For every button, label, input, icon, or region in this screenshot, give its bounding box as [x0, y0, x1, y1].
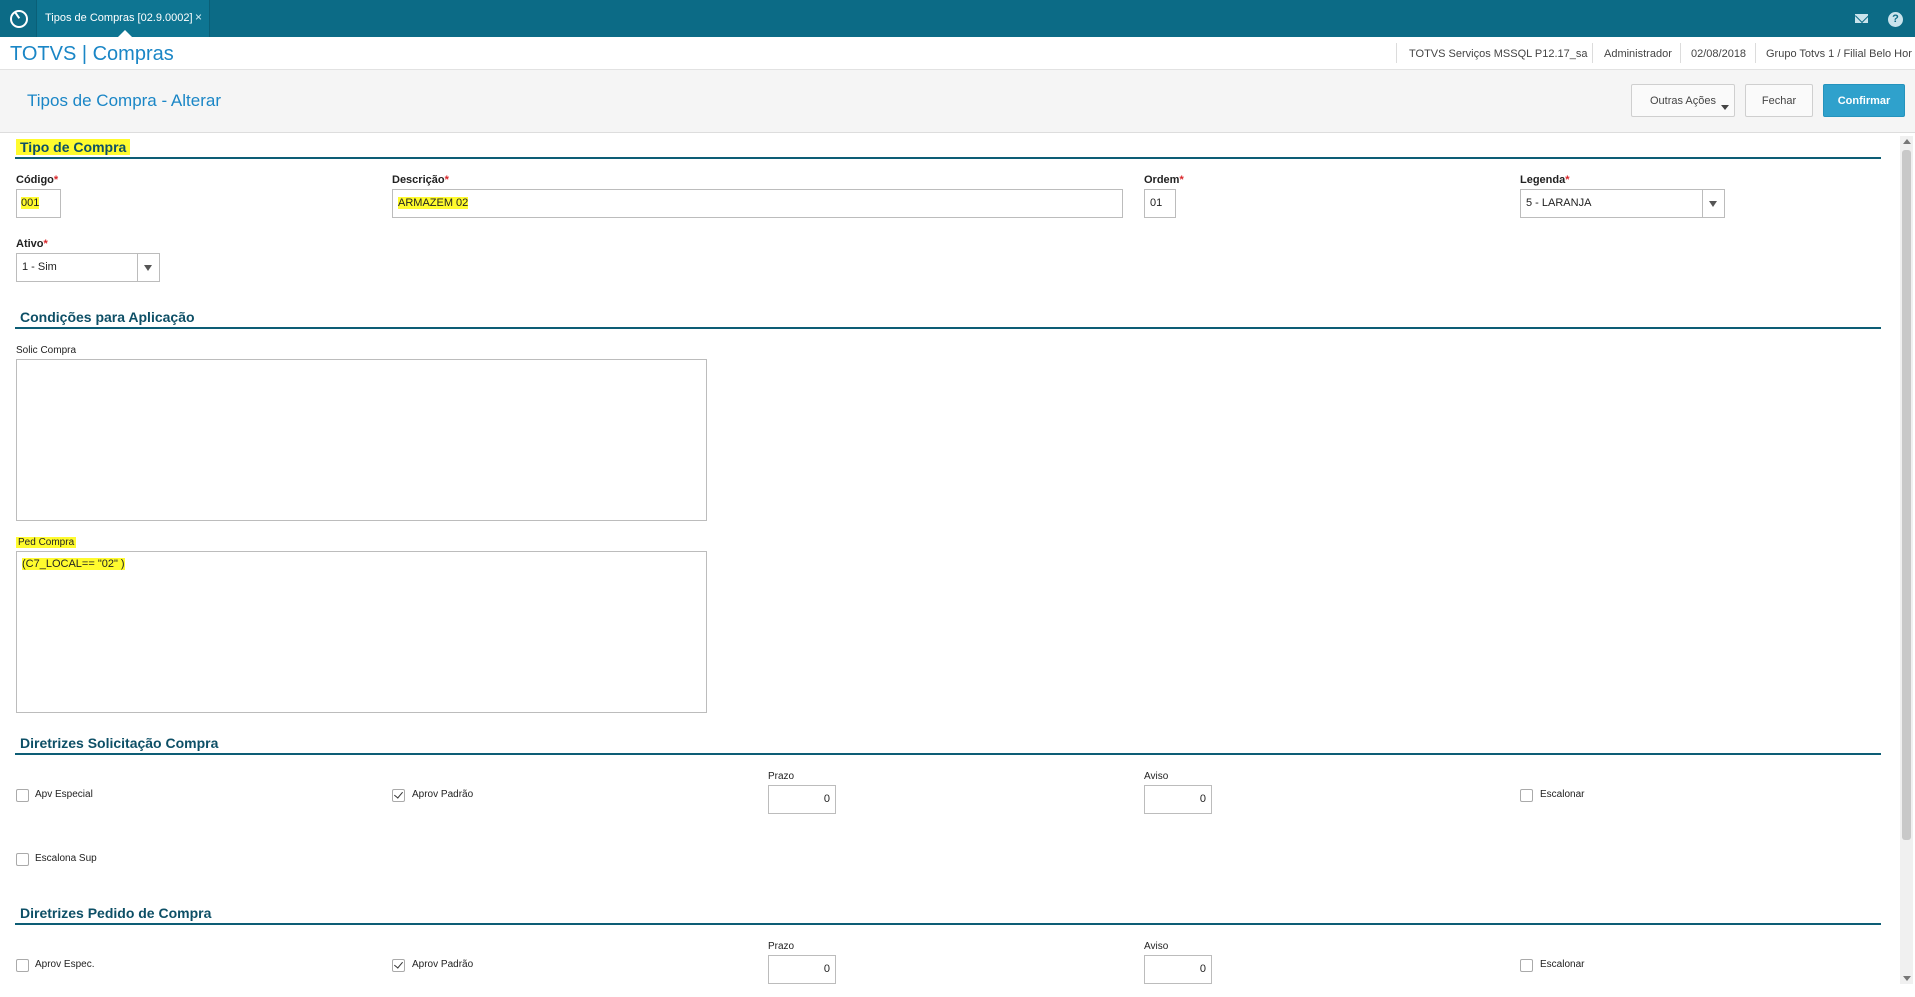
section-title-tipo-compra: Tipo de Compra	[16, 139, 131, 155]
help-icon[interactable]: ?	[1888, 12, 1903, 27]
descricao-label: Descrição*	[392, 174, 449, 186]
legenda-value: 5 - LARANJA	[1526, 197, 1592, 209]
escalonar-checkbox[interactable]	[1520, 789, 1533, 802]
aviso-label: Aviso	[1144, 771, 1169, 782]
section-divider	[15, 923, 1881, 925]
mail-icon[interactable]	[1855, 14, 1868, 23]
section-title-diretrizes-solicitacao: Diretrizes Solicitação Compra	[20, 735, 219, 751]
section-divider	[15, 327, 1881, 329]
section-title-condicoes: Condições para Aplicação	[20, 309, 195, 325]
tab-tipos-de-compras[interactable]: Tipos de Compras [02.9.0002] ×	[36, 0, 210, 37]
date-info: 02/08/2018	[1691, 48, 1747, 60]
aprov-padrao-pedido-label: Aprov Padrão	[412, 959, 474, 970]
fechar-button[interactable]: Fechar	[1745, 84, 1813, 117]
ped-compra-value: (C7_LOCAL== "02" )	[22, 558, 125, 570]
app-title: TOTVS | Compras	[10, 43, 174, 65]
scroll-thumb[interactable]	[1902, 150, 1911, 840]
descricao-value: ARMAZEM 02	[398, 197, 469, 209]
ativo-value: 1 - Sim	[22, 261, 57, 273]
divider	[1755, 43, 1756, 63]
chevron-down-icon[interactable]	[137, 254, 159, 281]
escalonar-label: Escalonar	[1540, 789, 1585, 800]
aviso-pedido-field[interactable]: 0	[1144, 955, 1212, 984]
legenda-label: Legenda*	[1520, 174, 1570, 186]
tab-label: Tipos de Compras [02.9.0002]	[45, 12, 193, 24]
totvs-logo-icon[interactable]	[10, 10, 28, 28]
chevron-down-icon[interactable]	[1702, 190, 1724, 217]
ordem-field[interactable]: 01	[1144, 189, 1176, 218]
chevron-down-icon	[1721, 105, 1729, 110]
page-title: Tipos de Compra - Alterar	[27, 91, 221, 110]
server-info: TOTVS Serviços MSSQL P12.17_sa	[1409, 48, 1588, 60]
aviso-field[interactable]: 0	[1144, 785, 1212, 814]
prazo-pedido-field[interactable]: 0	[768, 955, 836, 984]
outras-acoes-button[interactable]: Outras Ações	[1631, 84, 1735, 117]
legenda-select[interactable]: 5 - LARANJA	[1520, 189, 1725, 218]
escalonar-pedido-checkbox[interactable]	[1520, 959, 1533, 972]
codigo-label: Código*	[16, 174, 59, 186]
aprov-espec-label: Aprov Espec.	[35, 959, 95, 970]
escalonar-pedido-label: Escalonar	[1540, 959, 1585, 970]
aprov-padrao-label: Aprov Padrão	[412, 789, 474, 800]
section-divider	[15, 157, 1881, 159]
scroll-up-icon[interactable]	[1903, 139, 1911, 144]
apv-especial-label: Apv Especial	[35, 789, 93, 800]
scroll-down-icon[interactable]	[1903, 976, 1911, 981]
ped-compra-textarea[interactable]: (C7_LOCAL== "02" )	[16, 551, 707, 713]
prazo-pedido-label: Prazo	[768, 941, 795, 952]
divider	[1396, 43, 1397, 63]
escalona-sup-label: Escalona Sup	[35, 853, 97, 864]
divider	[1680, 43, 1681, 63]
prazo-field[interactable]: 0	[768, 785, 836, 814]
tab-caret	[118, 30, 132, 37]
ativo-label: Ativo*	[16, 238, 48, 250]
codigo-field[interactable]: 001	[16, 189, 61, 218]
section-divider	[15, 753, 1881, 755]
divider	[1592, 43, 1593, 63]
solic-compra-label: Solic Compra	[16, 345, 77, 356]
vertical-scrollbar[interactable]	[1900, 136, 1913, 984]
confirmar-button[interactable]: Confirmar	[1823, 84, 1905, 117]
aprov-espec-checkbox[interactable]	[16, 959, 29, 972]
codigo-value: 001	[21, 197, 40, 209]
user-info: Administrador	[1604, 48, 1672, 60]
page-header: Tipos de Compra - Alterar Outras Ações F…	[0, 70, 1915, 133]
aprov-padrao-pedido-checkbox[interactable]	[392, 959, 405, 972]
apv-especial-checkbox[interactable]	[16, 789, 29, 802]
aviso-pedido-label: Aviso	[1144, 941, 1169, 952]
escalona-sup-checkbox[interactable]	[16, 853, 29, 866]
aprov-padrao-checkbox[interactable]	[392, 789, 405, 802]
top-bar: Tipos de Compras [02.9.0002] × ?	[0, 0, 1915, 37]
outras-acoes-label: Outras Ações	[1649, 95, 1717, 107]
ordem-label: Ordem*	[1144, 174, 1184, 186]
prazo-label: Prazo	[768, 771, 795, 782]
section-title-diretrizes-pedido: Diretrizes Pedido de Compra	[20, 905, 212, 921]
branch-info: Grupo Totvs 1 / Filial Belo Hor	[1766, 48, 1912, 60]
close-icon[interactable]: ×	[195, 10, 202, 24]
solic-compra-textarea[interactable]	[16, 359, 707, 521]
app-bar: TOTVS | Compras TOTVS Serviços MSSQL P12…	[0, 37, 1915, 70]
ativo-select[interactable]: 1 - Sim	[16, 253, 160, 282]
descricao-field[interactable]: ARMAZEM 02	[392, 189, 1123, 218]
ped-compra-label: Ped Compra	[16, 537, 77, 548]
